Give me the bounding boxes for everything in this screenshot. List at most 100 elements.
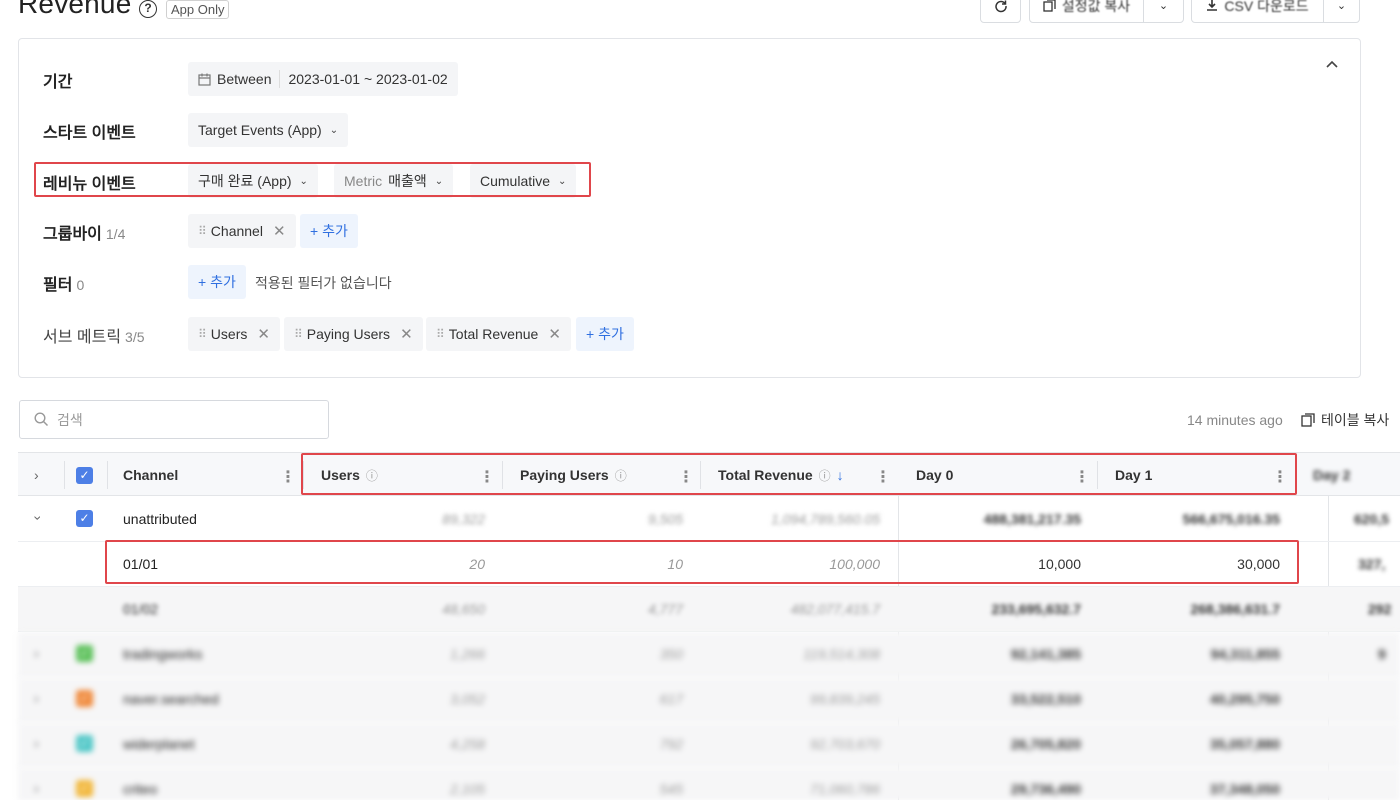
cell-paying-users: 545 <box>659 781 683 797</box>
cell-day-0: 26,705,820 <box>1010 736 1081 752</box>
revenue-event-value: 구매 완료 (App) <box>198 173 292 189</box>
table-row[interactable]: › ✓ tradingworks 1,266 350 119,514,308 9… <box>18 632 1400 677</box>
column-header-label: Day 2 <box>1313 467 1351 483</box>
column-header-day-1[interactable]: Day 1 <box>1115 453 1152 497</box>
row-checkbox[interactable]: ✓ <box>76 735 93 752</box>
table-row[interactable]: › ✓ criteo 2,105 545 71,060,786 29,736,4… <box>18 767 1400 800</box>
help-icon[interactable]: ? <box>139 0 157 18</box>
more-vertical-icon[interactable]: ⋮ <box>1074 467 1090 487</box>
table-row[interactable]: › ✓ unattributed 89,322 9,505 1,094,789,… <box>18 497 1400 542</box>
metric-select[interactable]: Metric 매출액 ⌄ <box>334 164 454 198</box>
row-checkbox[interactable]: ✓ <box>76 645 93 662</box>
more-vertical-icon[interactable]: ⋮ <box>479 467 495 487</box>
info-icon[interactable]: ⓘ <box>819 467 831 484</box>
column-header-day-0[interactable]: Day 0 <box>916 453 953 497</box>
chevron-right-icon[interactable]: › <box>34 780 39 796</box>
cell-channel: tradingworks <box>123 646 203 662</box>
more-vertical-icon[interactable]: ⋮ <box>678 467 694 487</box>
add-sub-metric-button[interactable]: + 추가 <box>576 317 634 351</box>
start-event-select[interactable]: Target Events (App) ⌄ <box>188 113 349 147</box>
close-icon[interactable]: ✕ <box>548 325 561 343</box>
more-vertical-icon[interactable]: ⋮ <box>1272 467 1288 487</box>
drag-handle-icon[interactable]: ⠿ <box>294 327 303 341</box>
copy-settings-dropdown[interactable]: ⌄ <box>1143 0 1184 23</box>
accumulation-mode-select[interactable]: Cumulative ⌄ <box>470 164 577 198</box>
copy-settings-button[interactable]: 설정값 복사 <box>1029 0 1144 23</box>
data-table: › ✓ Channel ⋮ Users ⓘ ⋮ Paying Users ⓘ ⋮ T… <box>18 452 1400 800</box>
table-row[interactable]: › ✓ naver.searched 3,052 617 99,839,245 … <box>18 677 1400 722</box>
search-input[interactable]: 검색 <box>19 400 329 439</box>
period-mode: Between <box>217 71 272 87</box>
sub-metric-chip-users[interactable]: ⠿ Users ✕ <box>188 317 280 351</box>
cell-day-1: 35,057,880 <box>1209 736 1280 752</box>
col-separator <box>107 461 108 489</box>
column-header-label: Channel <box>123 467 179 483</box>
info-icon[interactable]: ⓘ <box>615 467 627 484</box>
chevron-right-icon[interactable]: › <box>34 735 39 751</box>
chevron-right-icon[interactable]: › <box>34 690 39 706</box>
cell-paying-users: 9,505 <box>647 511 683 527</box>
chevron-down-icon: ⌄ <box>1336 0 1347 12</box>
csv-download-button[interactable]: CSV 다운로드 <box>1191 0 1324 23</box>
more-vertical-icon[interactable]: ⋮ <box>875 467 891 487</box>
search-icon <box>34 412 49 427</box>
col-separator <box>502 461 503 489</box>
row-checkbox[interactable]: ✓ <box>76 690 93 707</box>
cell-paying-users: 792 <box>659 736 683 752</box>
close-icon[interactable]: ✕ <box>273 222 286 240</box>
chevron-up-icon[interactable] <box>1325 58 1339 72</box>
column-header-users[interactable]: Users ⓘ <box>321 453 378 497</box>
copy-icon <box>1301 413 1315 427</box>
group-by-chip-channel[interactable]: ⠿ Channel ✕ <box>188 214 296 248</box>
period-picker[interactable]: Between 2023-01-01 ~ 2023-01-02 <box>188 62 458 96</box>
sort-desc-icon[interactable]: ↓ <box>837 467 844 483</box>
column-header-label: Paying Users <box>520 467 609 483</box>
csv-dropdown[interactable]: ⌄ <box>1323 0 1360 23</box>
cell-day-1: 268,386,631.7 <box>1190 601 1280 617</box>
table-row[interactable]: › ✓ widerplanet 4,258 792 92,703,670 26,… <box>18 722 1400 767</box>
close-icon[interactable]: ✕ <box>257 325 270 343</box>
revenue-event-label: 레비뉴 이벤트 <box>43 176 136 193</box>
col-separator <box>700 461 701 489</box>
add-filter-button[interactable]: + 추가 <box>188 265 246 299</box>
drag-handle-icon[interactable]: ⠿ <box>436 327 445 341</box>
chevron-down-icon[interactable]: › <box>30 516 46 521</box>
cell-total-revenue: 92,703,670 <box>809 736 880 752</box>
cell-day-0: 488,381,217.35 <box>983 511 1081 527</box>
row-checkbox[interactable]: ✓ <box>76 780 93 797</box>
drag-handle-icon[interactable]: ⠿ <box>198 224 207 238</box>
period-label: 기간 <box>43 74 73 91</box>
sub-metrics-label: 서브 메트릭 3/5 <box>43 323 145 347</box>
table-row[interactable]: 01/01 20 10 100,000 10,000 30,000 327, <box>18 542 1400 587</box>
chevron-right-icon[interactable]: › <box>34 645 39 661</box>
cell-total-revenue: 482,077,415.7 <box>790 601 880 617</box>
refresh-button[interactable] <box>980 0 1021 23</box>
drag-handle-icon[interactable]: ⠿ <box>198 327 207 341</box>
cell-day-2: 292 <box>1368 601 1392 617</box>
row-checkbox[interactable]: ✓ <box>76 510 93 527</box>
column-header-day-2[interactable]: Day 2 <box>1313 453 1350 497</box>
cell-paying-users: 617 <box>659 691 683 707</box>
sub-metric-chip-paying-users[interactable]: ⠿ Paying Users ✕ <box>284 317 423 351</box>
cell-channel: naver.searched <box>123 691 219 707</box>
add-group-by-button[interactable]: + 추가 <box>300 214 358 248</box>
table-row[interactable]: 01/02 48,650 4,777 482,077,415.7 233,695… <box>18 587 1400 632</box>
sub-metric-chip-label: Total Revenue <box>448 326 539 342</box>
column-header-channel[interactable]: Channel <box>123 453 178 497</box>
group-by-label-text: 그룹바이 <box>43 226 102 243</box>
column-header-paying-users[interactable]: Paying Users ⓘ <box>520 453 627 497</box>
select-all-checkbox[interactable]: ✓ <box>76 467 93 484</box>
copy-table-button[interactable]: 테이블 복사 <box>1301 410 1389 430</box>
sub-metric-chip-total-revenue[interactable]: ⠿ Total Revenue ✕ <box>426 317 571 351</box>
cell-users: 89,322 <box>442 511 485 527</box>
last-updated-text: 14 minutes ago <box>1187 412 1283 428</box>
revenue-event-select[interactable]: 구매 완료 (App) ⌄ <box>188 164 318 198</box>
close-icon[interactable]: ✕ <box>400 325 413 343</box>
column-header-total-revenue[interactable]: Total Revenue ⓘ ↓ <box>718 453 844 497</box>
cell-paying-users: 4,777 <box>647 601 683 617</box>
chevron-right-icon[interactable]: › <box>34 467 39 483</box>
search-placeholder: 검색 <box>57 411 83 428</box>
info-icon[interactable]: ⓘ <box>366 467 378 484</box>
more-vertical-icon[interactable]: ⋮ <box>280 467 296 487</box>
cell-users: 20 <box>469 556 485 572</box>
